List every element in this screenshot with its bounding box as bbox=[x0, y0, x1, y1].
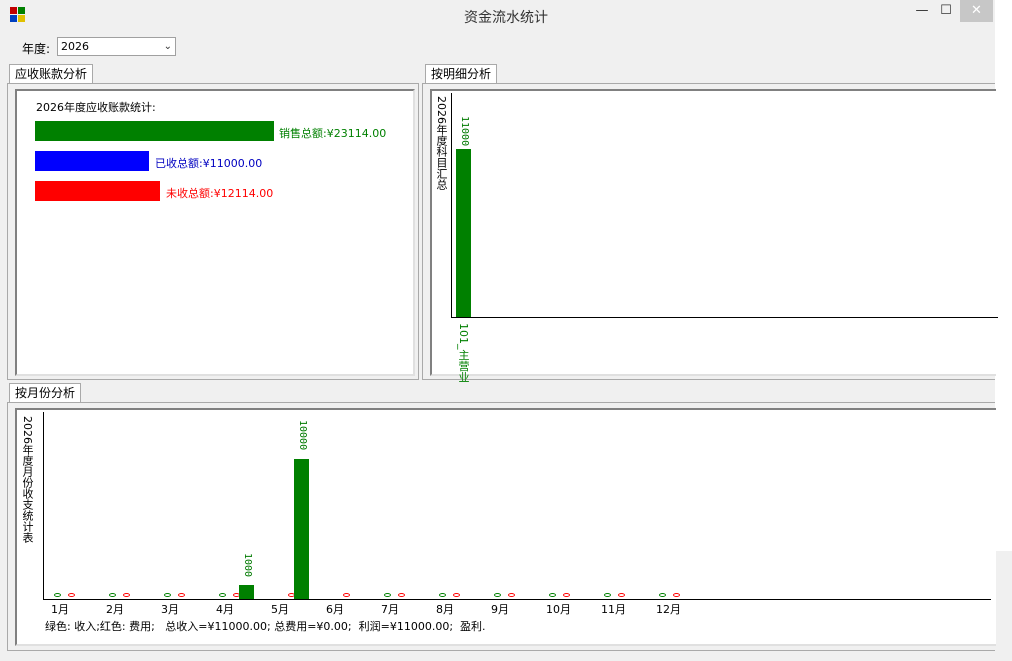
month-label: 4月 bbox=[216, 603, 234, 616]
window-title: 资金流水统计 bbox=[464, 10, 548, 26]
income-bar bbox=[239, 585, 254, 599]
received-label: 已收总额:¥11000.00 bbox=[155, 157, 263, 170]
month-label: 12月 bbox=[656, 603, 681, 616]
month-label: 6月 bbox=[326, 603, 344, 616]
tab-receivable[interactable]: 应收账款分析 bbox=[9, 64, 94, 84]
month-label: 10月 bbox=[546, 603, 571, 616]
unreceived-label: 未收总额:¥12114.00 bbox=[166, 187, 274, 200]
window-edge bbox=[995, 551, 1012, 661]
month-label: 1月 bbox=[51, 603, 69, 616]
receivable-heading: 2026年度应收账款统计: bbox=[36, 101, 156, 114]
sales-label: 销售总额:¥23114.00 bbox=[279, 127, 387, 140]
receivable-panel: 2026年度应收账款统计: 销售总额:¥23114.00 已收总额:¥11000… bbox=[7, 83, 419, 380]
income-zero-mark bbox=[549, 593, 556, 597]
close-button[interactable]: ✕ bbox=[960, 0, 993, 22]
monthly-y-axis bbox=[43, 412, 44, 599]
income-value-label: 1000 bbox=[242, 553, 253, 578]
title-bar: 资金流水统计 — ☐ ✕ bbox=[0, 0, 1012, 31]
year-label: 年度: bbox=[22, 42, 51, 56]
receivable-chart: 2026年度应收账款统计: 销售总额:¥23114.00 已收总额:¥11000… bbox=[15, 89, 415, 376]
year-value: 2026 bbox=[61, 40, 89, 53]
detail-chart: 2026年度科目汇总 11000 101_主营业 bbox=[430, 89, 998, 383]
monthly-summary: 绿色: 收入;红色: 费用; 总收入=¥11000.00; 总费用=¥0.00;… bbox=[45, 620, 486, 633]
income-zero-mark bbox=[604, 593, 611, 597]
income-zero-mark bbox=[109, 593, 116, 597]
expense-zero-mark bbox=[673, 593, 680, 597]
income-zero-mark bbox=[659, 593, 666, 597]
income-zero-mark bbox=[164, 593, 171, 597]
tab-monthly[interactable]: 按月份分析 bbox=[9, 383, 82, 403]
month-label: 8月 bbox=[436, 603, 454, 616]
detail-bar-value: 11000 bbox=[459, 116, 470, 147]
detail-bar-label: 101_主营业 bbox=[457, 323, 470, 383]
monthly-chart: 2026年度月份收支统计表 绿色: 收入;红色: 费用; 总收入=¥11000.… bbox=[15, 408, 996, 646]
expense-zero-mark bbox=[343, 593, 350, 597]
expense-zero-mark bbox=[68, 593, 75, 597]
maximize-button[interactable]: ☐ bbox=[932, 0, 960, 22]
unreceived-bar bbox=[35, 181, 160, 201]
month-label: 9月 bbox=[491, 603, 509, 616]
window-edge bbox=[995, 0, 1012, 551]
month-label: 3月 bbox=[161, 603, 179, 616]
detail-ylabel: 2026年度科目汇总 bbox=[435, 96, 448, 190]
detail-x-axis bbox=[451, 317, 998, 318]
expense-zero-mark bbox=[123, 593, 130, 597]
expense-zero-mark bbox=[508, 593, 515, 597]
expense-zero-mark bbox=[453, 593, 460, 597]
income-zero-mark bbox=[494, 593, 501, 597]
income-value-label: 10000 bbox=[297, 420, 308, 451]
income-zero-mark bbox=[384, 593, 391, 597]
expense-zero-mark bbox=[398, 593, 405, 597]
income-zero-mark bbox=[439, 593, 446, 597]
month-label: 7月 bbox=[381, 603, 399, 616]
sales-bar bbox=[35, 121, 274, 141]
received-bar bbox=[35, 151, 149, 171]
detail-bar bbox=[456, 149, 471, 317]
chevron-down-icon[interactable]: ⌄ bbox=[164, 38, 172, 55]
income-bar bbox=[294, 459, 309, 599]
month-label: 11月 bbox=[601, 603, 626, 616]
expense-zero-mark bbox=[618, 593, 625, 597]
detail-y-axis bbox=[451, 93, 452, 318]
monthly-ylabel: 2026年度月份收支统计表 bbox=[21, 416, 34, 543]
monthly-x-axis bbox=[43, 599, 991, 600]
expense-zero-mark bbox=[563, 593, 570, 597]
monthly-panel: 2026年度月份收支统计表 绿色: 收入;红色: 费用; 总收入=¥11000.… bbox=[7, 402, 996, 651]
income-zero-mark bbox=[219, 593, 226, 597]
month-label: 2月 bbox=[106, 603, 124, 616]
detail-panel: 2026年度科目汇总 11000 101_主营业 bbox=[422, 83, 998, 383]
month-label: 5月 bbox=[271, 603, 289, 616]
income-zero-mark bbox=[54, 593, 61, 597]
year-select[interactable]: 2026 ⌄ bbox=[57, 37, 176, 56]
expense-zero-mark bbox=[178, 593, 185, 597]
tab-detail[interactable]: 按明细分析 bbox=[425, 64, 498, 84]
